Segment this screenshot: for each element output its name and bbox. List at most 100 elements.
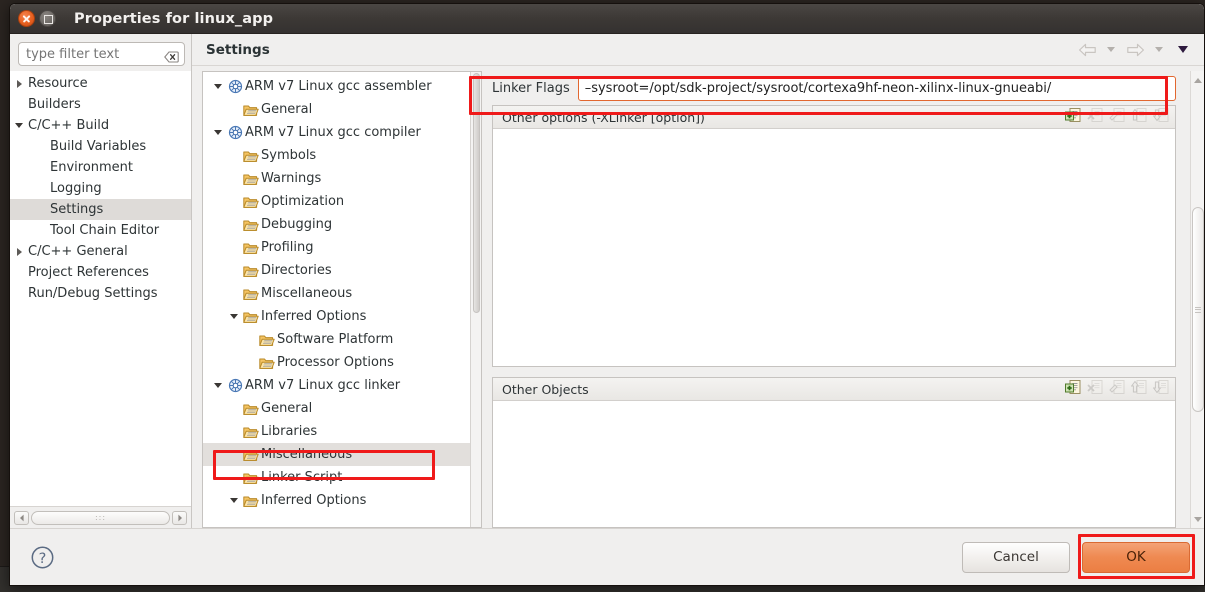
tree-item-symbols[interactable]: Symbols xyxy=(203,144,470,167)
linker-flags-input[interactable] xyxy=(577,75,1176,101)
sidebar-item-build-variables[interactable]: Build Variables xyxy=(10,136,191,157)
disclosure-triangle-icon[interactable] xyxy=(10,123,28,128)
tree-item-label: Libraries xyxy=(261,424,318,439)
tree-item-miscellaneous[interactable]: Miscellaneous xyxy=(203,443,470,466)
sidebar-item-builders[interactable]: Builders xyxy=(10,94,191,115)
tree-item-software-platform[interactable]: Software Platform xyxy=(203,328,470,351)
tool-icon xyxy=(225,79,245,94)
maximize-icon[interactable] xyxy=(39,10,56,27)
sidebar-item-label: Build Variables xyxy=(50,139,147,154)
edit-icon xyxy=(1109,107,1126,127)
sidebar-item-project-references[interactable]: Project References xyxy=(10,262,191,283)
tree-item-label: Optimization xyxy=(261,194,345,209)
ok-button[interactable]: OK xyxy=(1082,541,1190,573)
category-icon xyxy=(241,494,261,508)
tree-item-linker-script[interactable]: Linker Script xyxy=(203,466,470,489)
sidebar-item-resource[interactable]: Resource xyxy=(10,73,191,94)
tool-tree-vertical-scrollbar[interactable] xyxy=(470,72,481,527)
scroll-left-icon[interactable] xyxy=(14,510,29,525)
tree-item-label: General xyxy=(261,102,313,117)
clear-icon[interactable] xyxy=(164,48,179,63)
delete-icon xyxy=(1087,379,1104,399)
sidebar-item-label: Project References xyxy=(28,265,149,280)
back-arrow-icon[interactable] xyxy=(1076,40,1098,60)
filter-box[interactable] xyxy=(18,42,185,66)
tree-item-warnings[interactable]: Warnings xyxy=(203,167,470,190)
disclosure-triangle-icon[interactable] xyxy=(211,84,225,89)
sidebar-item-settings[interactable]: Settings xyxy=(10,199,191,220)
edit-icon xyxy=(1109,379,1126,399)
scroll-thumb[interactable]: ::: xyxy=(31,510,170,525)
scroll-up-icon[interactable] xyxy=(1192,73,1204,87)
tree-item-arm-v7-linux-gcc-linker[interactable]: ARM v7 Linux gcc linker xyxy=(203,374,470,397)
tree-item-directories[interactable]: Directories xyxy=(203,259,470,282)
add-icon[interactable] xyxy=(1065,107,1082,127)
tree-item-debugging[interactable]: Debugging xyxy=(203,213,470,236)
tree-item-libraries[interactable]: Libraries xyxy=(203,420,470,443)
disclosure-triangle-icon[interactable] xyxy=(10,247,28,256)
tree-item-inferred-options[interactable]: Inferred Options xyxy=(203,305,470,328)
other-options-list[interactable] xyxy=(493,129,1175,366)
other-objects-list[interactable] xyxy=(493,401,1175,527)
tree-item-general[interactable]: General xyxy=(203,397,470,420)
tree-item-label: ARM v7 Linux gcc linker xyxy=(245,378,401,393)
tree-item-arm-v7-linux-gcc-compiler[interactable]: ARM v7 Linux gcc compiler xyxy=(203,121,470,144)
dialog-footer: ? Cancel OK xyxy=(10,528,1204,585)
tool-settings-tree[interactable]: ARM v7 Linux gcc assembler General ARM v7 … xyxy=(202,71,482,528)
scroll-track[interactable] xyxy=(1191,87,1204,512)
scroll-right-icon[interactable] xyxy=(172,510,187,525)
sidebar-item-run-debug-settings[interactable]: Run/Debug Settings xyxy=(10,283,191,304)
tool-options-panel: Linker Flags Other options (-XLinker [op… xyxy=(492,71,1190,528)
other-objects-title: Other Objects xyxy=(502,381,589,397)
disclosure-triangle-icon[interactable] xyxy=(211,383,225,388)
scroll-thumb[interactable] xyxy=(1191,207,1204,412)
sidebar-item-logging[interactable]: Logging xyxy=(10,178,191,199)
settings-navigation-panel: Resource Builders C/C++ Build Build Variabl… xyxy=(10,34,192,528)
category-icon xyxy=(241,402,261,416)
tree-item-label: Inferred Options xyxy=(261,309,367,324)
add-icon[interactable] xyxy=(1065,379,1082,399)
tool-settings-tree-list[interactable]: ARM v7 Linux gcc assembler General ARM v7 … xyxy=(203,72,470,527)
forward-arrow-icon[interactable] xyxy=(1124,40,1146,60)
left-nav-horizontal-scrollbar[interactable]: ::: xyxy=(10,506,191,528)
help-icon[interactable]: ? xyxy=(30,545,55,570)
close-icon[interactable] xyxy=(18,10,35,27)
tree-item-optimization[interactable]: Optimization xyxy=(203,190,470,213)
tree-item-label: Symbols xyxy=(261,148,317,163)
sidebar-item-environment[interactable]: Environment xyxy=(10,157,191,178)
sidebar-item-c-c-build[interactable]: C/C++ Build xyxy=(10,115,191,136)
disclosure-triangle-icon[interactable] xyxy=(10,79,28,88)
disclosure-triangle-icon[interactable] xyxy=(227,314,241,319)
back-history-chevron-down-icon[interactable] xyxy=(1100,40,1122,60)
search-input[interactable] xyxy=(19,43,184,65)
tree-item-processor-options[interactable]: Processor Options xyxy=(203,351,470,374)
forward-history-chevron-down-icon[interactable] xyxy=(1148,40,1170,60)
other-options-toolbar xyxy=(1065,107,1170,127)
tree-item-arm-v7-linux-gcc-assembler[interactable]: ARM v7 Linux gcc assembler xyxy=(203,75,470,98)
category-icon xyxy=(241,103,261,117)
sidebar-item-label: Resource xyxy=(28,76,88,91)
delete-icon xyxy=(1087,107,1104,127)
disclosure-triangle-icon[interactable] xyxy=(227,498,241,503)
category-icon xyxy=(241,195,261,209)
tree-item-miscellaneous[interactable]: Miscellaneous xyxy=(203,282,470,305)
scroll-thumb[interactable] xyxy=(472,73,480,313)
tree-item-general[interactable]: General xyxy=(203,98,470,121)
tree-item-label: Debugging xyxy=(261,217,333,232)
sidebar-item-c-c-general[interactable]: C/C++ General xyxy=(10,241,191,262)
sidebar-item-tool-chain-editor[interactable]: Tool Chain Editor xyxy=(10,220,191,241)
tree-item-inferred-options[interactable]: Inferred Options xyxy=(203,489,470,512)
settings-tree[interactable]: Resource Builders C/C++ Build Build Variabl… xyxy=(10,71,191,506)
cancel-button[interactable]: Cancel xyxy=(962,541,1070,573)
properties-dialog: Properties for linux_app type filter tex… xyxy=(9,3,1205,586)
options-vertical-scrollbar[interactable] xyxy=(1190,71,1204,528)
disclosure-triangle-icon[interactable] xyxy=(211,130,225,135)
move-down-icon xyxy=(1152,107,1170,127)
category-icon xyxy=(241,172,261,186)
view-menu-chevron-down-icon[interactable] xyxy=(1172,40,1194,60)
category-icon xyxy=(241,218,261,232)
tree-item-profiling[interactable]: Profiling xyxy=(203,236,470,259)
tree-item-label: ARM v7 Linux gcc compiler xyxy=(245,125,421,140)
category-icon xyxy=(241,310,261,324)
scroll-down-icon[interactable] xyxy=(1192,512,1204,526)
